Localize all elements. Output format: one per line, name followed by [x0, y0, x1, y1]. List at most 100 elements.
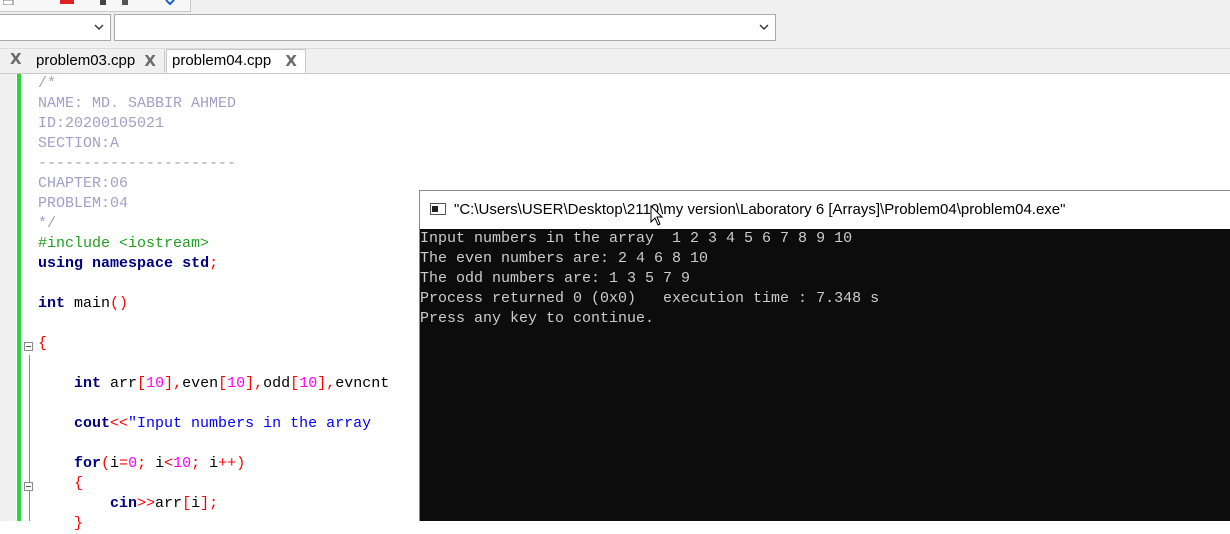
code-line[interactable] [38, 354, 389, 374]
console-output: Input numbers in the array 1 2 3 4 5 6 7… [420, 229, 879, 329]
code-line[interactable]: ---------------------- [38, 154, 389, 174]
fold-toggle-icon[interactable] [24, 482, 33, 491]
code-token: int [74, 375, 102, 392]
code-line[interactable]: { [38, 474, 389, 494]
code-token: 10 [173, 455, 192, 472]
fold-toggle-icon[interactable] [24, 342, 33, 351]
code-line[interactable]: { [38, 334, 389, 354]
code-line[interactable]: } [38, 514, 389, 534]
code-token: () [110, 295, 129, 312]
code-token: using [38, 255, 84, 272]
tab-problem03[interactable]: problem03.cpp X [31, 50, 165, 72]
code-line[interactable] [38, 394, 389, 414]
code-line[interactable] [38, 274, 389, 294]
code-token: i [191, 495, 201, 512]
console-titlebar[interactable]: "C:\Users\USER\Desktop\2110\my version\L… [420, 191, 1230, 229]
code-token: 10 [299, 375, 318, 392]
symbol-combo[interactable] [114, 14, 776, 41]
code-token: { [38, 335, 48, 352]
code-token: [ [182, 495, 192, 512]
toolbar-top [0, 0, 1230, 12]
code-token: NAME: MD. SABBIR AHMED [38, 95, 237, 112]
tab-label: problem04.cpp [172, 52, 272, 69]
code-token: = [119, 455, 129, 472]
console-title: "C:\Users\USER\Desktop\2110\my version\L… [454, 201, 1066, 218]
code-token: } [74, 515, 84, 532]
code-line[interactable]: /* [38, 74, 389, 94]
code-token: << [110, 415, 129, 432]
code-token: even [182, 375, 219, 392]
code-line[interactable]: using namespace std; [38, 254, 389, 274]
code-token: 10 [227, 375, 246, 392]
new-file-icon[interactable] [3, 0, 15, 5]
code-token: */ [38, 215, 57, 232]
code-token: int [38, 295, 66, 312]
code-line[interactable] [38, 434, 389, 454]
console-line: Process returned 0 (0x0) execution time … [420, 290, 880, 307]
stop-icon[interactable] [60, 0, 76, 5]
code-token: cout [74, 415, 111, 432]
code-line[interactable]: cin>>arr[i]; [38, 494, 389, 514]
code-token: ; [137, 455, 156, 472]
code-line[interactable]: NAME: MD. SABBIR AHMED [38, 94, 389, 114]
close-icon[interactable]: X [144, 50, 156, 72]
close-icon[interactable]: X [285, 50, 297, 72]
code-line[interactable]: */ [38, 214, 389, 234]
code-token: arr [101, 375, 138, 392]
code-token: ( [101, 455, 111, 472]
code-line[interactable]: for(i=0; i<10; i++) [38, 454, 389, 474]
console-line: Press any key to continue. [420, 310, 655, 327]
code-token: PROBLEM:04 [38, 195, 129, 212]
code-token: for [74, 455, 102, 472]
debug-icon[interactable] [122, 0, 132, 5]
code-token: "Input numbers in the array [128, 415, 372, 432]
code-token: ---------------------- [38, 155, 237, 172]
mouse-cursor-icon [650, 205, 664, 226]
code-line[interactable]: PROBLEM:04 [38, 194, 389, 214]
code-token: namespace [92, 255, 174, 272]
code-token: ; [191, 455, 210, 472]
code-token: >> [137, 495, 156, 512]
code-line[interactable]: SECTION:A [38, 134, 389, 154]
fold-line [29, 355, 30, 521]
code-token: cin [110, 495, 138, 512]
code-token: i [155, 455, 165, 472]
tab-label: problem03.cpp [36, 52, 136, 69]
code-token: ; [209, 255, 219, 272]
tab-problem04[interactable]: problem04.cpp X [166, 49, 306, 73]
arrow-icon[interactable] [164, 0, 176, 5]
code-token: ], [245, 375, 264, 392]
chevron-down-icon [94, 24, 104, 30]
code-token: [ [137, 375, 147, 392]
code-line[interactable] [38, 314, 389, 334]
code-token: 10 [146, 375, 165, 392]
code-line[interactable]: int main() [38, 294, 389, 314]
lock-icon[interactable] [100, 0, 110, 5]
console-line: The even numbers are: 2 4 6 8 10 [420, 250, 709, 267]
source-code[interactable]: /* NAME: MD. SABBIR AHMED ID:20200105021 SE… [38, 74, 389, 534]
code-token: ]; [200, 495, 219, 512]
code-line[interactable]: cout<<"Input numbers in the array [38, 414, 389, 434]
close-icon[interactable]: X [10, 50, 22, 68]
scope-combo[interactable] [0, 14, 111, 41]
code-token: ], [317, 375, 336, 392]
code-token: i [209, 455, 219, 472]
editor-tab-bar: problem03.cpp X problem04.cpp X [0, 49, 1230, 74]
code-line[interactable]: CHAPTER:06 [38, 174, 389, 194]
console-window[interactable]: "C:\Users\USER\Desktop\2110\my version\L… [419, 190, 1230, 521]
code-token: [ [290, 375, 300, 392]
code-line[interactable]: ID:20200105021 [38, 114, 389, 134]
console-line: Input numbers in the array 1 2 3 4 5 6 7… [420, 230, 853, 247]
code-line[interactable]: int arr[10],even[10],odd[10],evncnt [38, 374, 389, 394]
code-line[interactable]: #include <iostream> [38, 234, 389, 254]
console-window-icon [430, 203, 446, 215]
code-token: ++) [218, 455, 246, 472]
code-token: std [182, 255, 210, 272]
